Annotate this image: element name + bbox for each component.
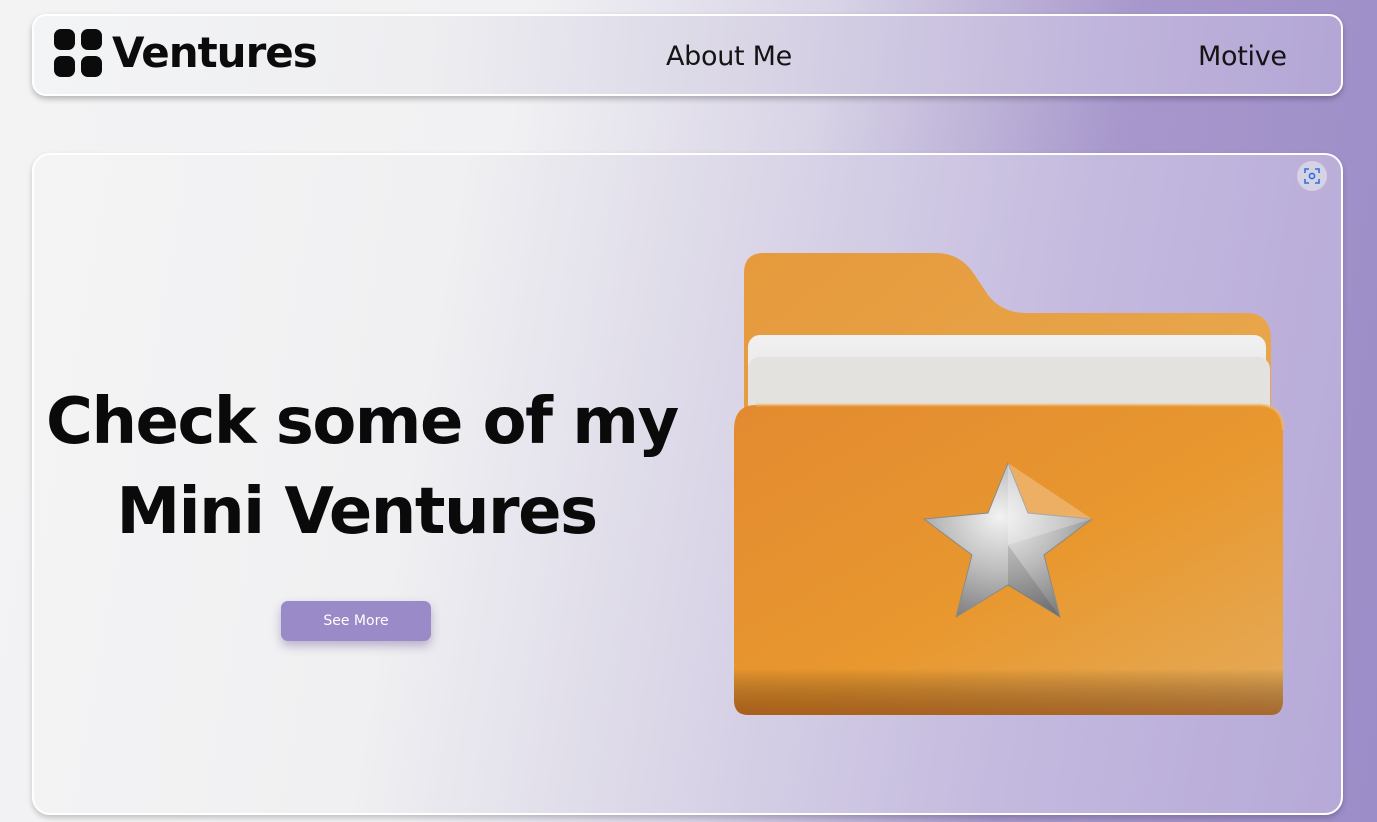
nav-link-motive[interactable]: Motive xyxy=(1198,41,1287,72)
logo-text: Ventures xyxy=(112,28,318,77)
navbar: Ventures About Me Motive xyxy=(32,14,1343,96)
hero-heading-line2: Mini Ventures xyxy=(116,475,598,549)
nav-link-about-me[interactable]: About Me xyxy=(666,41,792,72)
hero-card: Check some of my Mini Ventures See More xyxy=(32,153,1343,815)
logo[interactable]: Ventures xyxy=(54,28,318,78)
hero-heading-line1: Check some of my xyxy=(46,385,679,459)
folder-star-icon xyxy=(734,253,1285,715)
screenshot-scan-icon[interactable] xyxy=(1297,161,1327,191)
four-dots-grid-icon xyxy=(54,29,102,77)
see-more-button[interactable]: See More xyxy=(281,601,431,641)
